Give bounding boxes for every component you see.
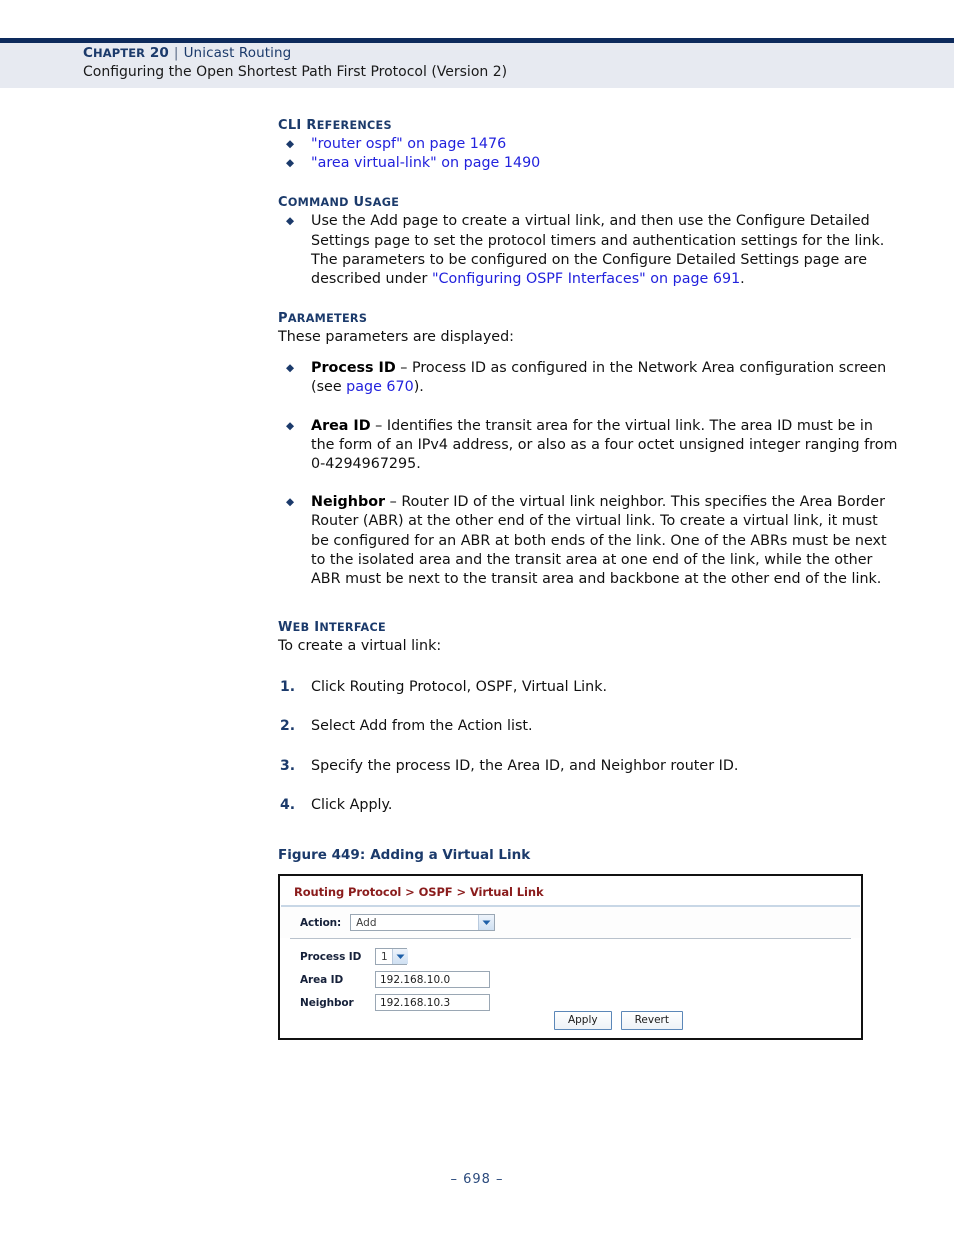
panel-button-row: Apply Revert — [553, 1011, 683, 1031]
form-row-area-id: Area ID — [300, 971, 861, 989]
step-text: Click Apply. — [311, 796, 393, 813]
section-heading-web-interface: WEB INTERFACE — [278, 620, 386, 636]
step-number: 4. — [280, 796, 296, 813]
step-text: Click Routing Protocol, OSPF, Virtual Li… — [311, 679, 608, 696]
figure-caption-number: Figure 449: — [278, 847, 366, 864]
page-number-footer: – 698 – — [450, 1172, 504, 1187]
area-id-label: Area ID — [300, 973, 344, 986]
page-content: CLI REFERENCES "router ospf" on page 147… — [278, 118, 898, 1041]
form-area: Process ID 1 Area ID Neighbor — [280, 939, 861, 1012]
process-id-select[interactable]: 1 — [375, 948, 408, 966]
revert-button[interactable]: Revert — [620, 1011, 683, 1031]
parameter-term: Neighbor — [311, 494, 386, 511]
parameter-term: Process ID — [311, 360, 396, 377]
neighbor-input[interactable] — [375, 994, 490, 1012]
running-header-subtitle: Configuring the Open Shortest Path First… — [83, 64, 508, 80]
chevron-down-icon[interactable] — [478, 915, 495, 931]
breadcrumb: Routing Protocol > OSPF > Virtual Link — [294, 885, 544, 900]
parameter-desc: – Router ID of the virtual link neighbor… — [311, 494, 887, 588]
header-topic: Unicast Routing — [183, 45, 292, 61]
step-number: 2. — [280, 718, 296, 735]
action-select[interactable]: Add — [350, 914, 496, 932]
parameter-term: Area ID — [311, 417, 371, 434]
chapter-label: CHAPTER 20 — [83, 45, 169, 61]
apply-button[interactable]: Apply — [553, 1011, 612, 1031]
figure-caption-title: Adding a Virtual Link — [370, 847, 531, 864]
section-heading-command-usage: COMMAND USAGE — [278, 195, 400, 211]
form-row-neighbor: Neighbor — [300, 994, 861, 1012]
parameter-desc: – Identifies the transit area for the vi… — [311, 417, 898, 473]
process-id-select-value: 1 — [381, 950, 388, 963]
parameters-intro: These parameters are displayed: — [278, 329, 514, 346]
list-item: Process ID – Process ID as configured in… — [278, 359, 898, 397]
cli-reference-link[interactable]: "area virtual-link" on page 1490 — [311, 155, 540, 171]
web-interface-intro: To create a virtual link: — [278, 638, 442, 655]
list-item: Neighbor – Router ID of the virtual link… — [278, 493, 898, 589]
figure-caption: Figure 449: Adding a Virtual Link — [278, 847, 898, 863]
list-item: 2. Select Add from the Action list. — [278, 717, 898, 736]
process-id-label: Process ID — [300, 950, 362, 963]
cli-reference-link[interactable]: "router ospf" on page 1476 — [311, 136, 506, 152]
area-id-input[interactable] — [375, 971, 490, 989]
step-number: 3. — [280, 757, 296, 774]
action-select-value: Add — [356, 916, 377, 929]
command-usage-link[interactable]: "Configuring OSPF Interfaces" on page 69… — [432, 271, 740, 287]
header-separator: | — [173, 45, 179, 61]
section-heading-cli-references: CLI REFERENCES — [278, 118, 392, 133]
step-text: Select Add from the Action list. — [311, 718, 533, 735]
form-row-process-id: Process ID 1 — [300, 948, 861, 966]
list-item: 4. Click Apply. — [278, 796, 898, 815]
web-interface-steps: 1. Click Routing Protocol, OSPF, Virtual … — [278, 678, 898, 815]
neighbor-label: Neighbor — [300, 996, 354, 1009]
list-item: "area virtual-link" on page 1490 — [278, 154, 898, 173]
command-usage-text-tail: . — [740, 271, 745, 288]
step-number: 1. — [280, 679, 296, 696]
cli-references-list: "router ospf" on page 1476 "area virtual… — [278, 135, 898, 174]
list-item: Area ID – Identifies the transit area fo… — [278, 417, 898, 475]
figure-screenshot-panel: Routing Protocol > OSPF > Virtual Link A… — [278, 874, 863, 1041]
list-item: 1. Click Routing Protocol, OSPF, Virtual … — [278, 678, 898, 697]
list-item: Use the Add page to create a virtual lin… — [278, 212, 898, 289]
section-heading-parameters: PARAMETERS — [278, 311, 368, 327]
command-usage-list: Use the Add page to create a virtual lin… — [278, 212, 898, 289]
action-row: Action: Add — [280, 907, 861, 939]
parameters-list: Process ID – Process ID as configured in… — [278, 359, 898, 589]
running-header-line-1: CHAPTER 20 | Unicast Routing — [83, 45, 291, 61]
action-label: Action: — [300, 916, 342, 929]
parameter-link[interactable]: page 670 — [346, 379, 414, 395]
list-item: 3. Specify the process ID, the Area ID, a… — [278, 757, 898, 776]
parameter-desc-tail: ). — [413, 379, 424, 396]
step-text: Specify the process ID, the Area ID, and… — [311, 757, 739, 774]
list-item: "router ospf" on page 1476 — [278, 135, 898, 154]
chevron-down-icon[interactable] — [391, 949, 408, 965]
